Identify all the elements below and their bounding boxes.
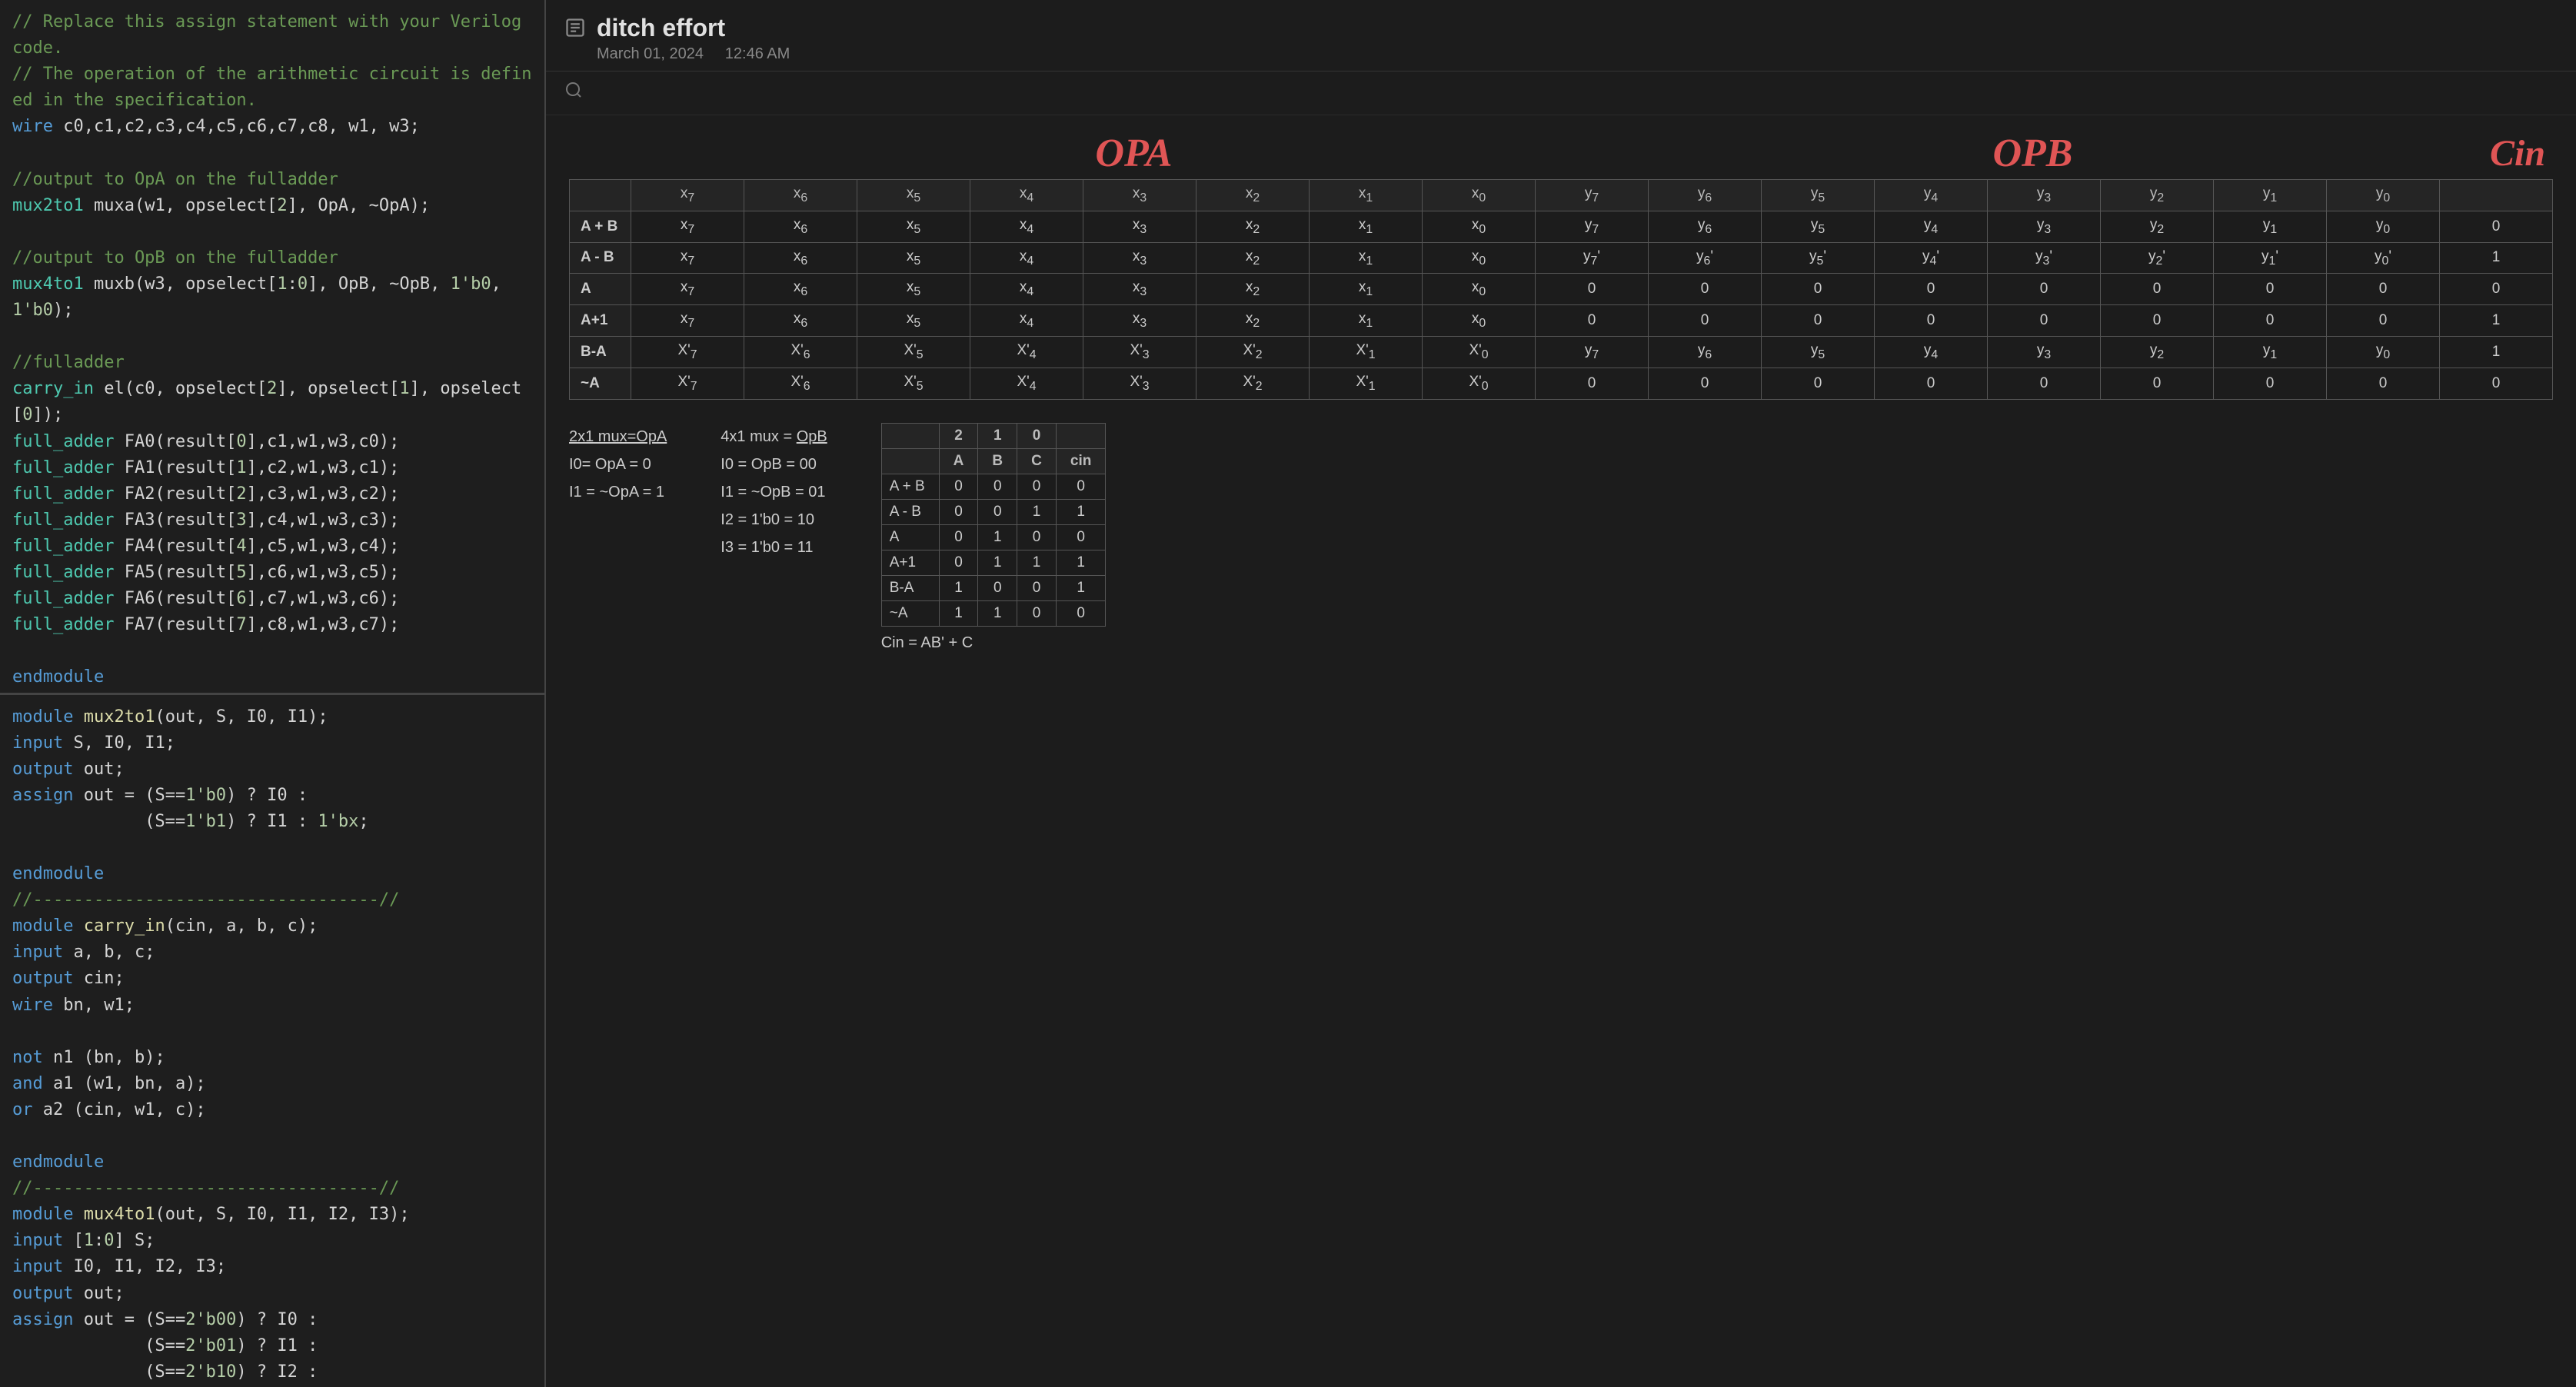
col-header-y3: y3 — [1988, 180, 2101, 211]
col-header-y6: y6 — [1649, 180, 1762, 211]
table-row: A + B x7 x6 x5 x4 x3 x2 x1 x0 y7 y6 y5 y… — [570, 211, 2553, 242]
col-header-x5: x5 — [857, 180, 970, 211]
small-table-row: A+1 0 1 1 1 — [881, 550, 1106, 575]
small-col-blank — [1056, 423, 1105, 448]
small-row-ap1: A+1 — [881, 550, 939, 575]
small-col-a: A — [939, 448, 978, 474]
col-header-x7: x7 — [631, 180, 744, 211]
mux4-title: 4x1 mux = OpB — [721, 423, 827, 451]
note-time: 12:46 AM — [725, 45, 790, 62]
col-header-label — [570, 180, 631, 211]
mux2-info: 2x1 mux=OpA I0= OpA = 0 I1 = ~OpA = 1 — [569, 423, 667, 652]
mux4-i1: I1 = ~OpB = 01 — [721, 478, 827, 506]
code-section-top[interactable]: // Replace this assign statement with yo… — [0, 0, 544, 693]
small-col-op — [881, 448, 939, 474]
col-header-x0: x0 — [1423, 180, 1536, 211]
table-row: A+1 x7 x6 x5 x4 x3 x2 x1 x0 0 0 0 0 0 0 … — [570, 305, 2553, 337]
col-header-y4: y4 — [1875, 180, 1988, 211]
code-section-bottom[interactable]: module mux2to1(out, S, I0, I1); input S,… — [0, 695, 544, 1387]
small-col-1: 1 — [978, 423, 1017, 448]
small-col-c: C — [1017, 448, 1057, 474]
col-header-x2: x2 — [1196, 180, 1310, 211]
row-label-nota: ~A — [570, 368, 631, 399]
mux2-title: 2x1 mux=OpA — [569, 423, 667, 451]
right-toolbar — [546, 72, 2576, 115]
mux4-info: 4x1 mux = OpB I0 = OpB = 00 I1 = ~OpB = … — [721, 423, 827, 652]
mux2-i1: I1 = ~OpA = 1 — [569, 478, 667, 506]
small-col-cin: cin — [1056, 448, 1105, 474]
mux2-i0: I0= OpA = 0 — [569, 451, 667, 478]
truth-table: x7 x6 x5 x4 x3 x2 x1 x0 y7 y6 y5 y4 y3 y… — [569, 179, 2553, 400]
row-label-apb: A + B — [570, 211, 631, 242]
mux4-i3: I3 = 1'b0 = 11 — [721, 534, 827, 561]
col-header-x1: x1 — [1310, 180, 1423, 211]
row-label-a: A — [570, 274, 631, 305]
bottom-section: 2x1 mux=OpA I0= OpA = 0 I1 = ~OpA = 1 4x… — [569, 415, 2553, 660]
small-table-block: 2 1 0 A B C cin — [881, 423, 1107, 652]
col-header-y5: y5 — [1762, 180, 1875, 211]
code-top: // Replace this assign statement with yo… — [12, 9, 532, 693]
right-header: ditch effort March 01, 2024 12:46 AM — [546, 0, 2576, 72]
code-bottom: module mux2to1(out, S, I0, I1); input S,… — [12, 704, 532, 1387]
mux4-i0: I0 = OpB = 00 — [721, 451, 827, 478]
col-header-cin — [2440, 180, 2553, 211]
table-row: B-A X'7 X'6 X'5 X'4 X'3 X'2 X'1 X'0 y7 y… — [570, 336, 2553, 368]
opb-label: OPB — [1992, 131, 2072, 175]
small-col-2: 2 — [939, 423, 978, 448]
col-header-x6: x6 — [744, 180, 857, 211]
col-header-x3: x3 — [1083, 180, 1196, 211]
search-icon[interactable] — [564, 81, 583, 105]
code-panel: // Replace this assign statement with yo… — [0, 0, 546, 1387]
small-table-row: B-A 1 0 0 1 — [881, 575, 1106, 600]
col-header-y2: y2 — [2101, 180, 2214, 211]
small-table-row: ~A 1 1 0 0 — [881, 600, 1106, 626]
small-row-apb: A + B — [881, 474, 939, 499]
col-header-y7: y7 — [1536, 180, 1649, 211]
note-title: ditch effort — [597, 14, 2558, 42]
small-col-b: B — [978, 448, 1017, 474]
small-table-row: A 0 1 0 0 — [881, 524, 1106, 550]
note-meta: March 01, 2024 12:46 AM — [597, 45, 2558, 63]
opa-label: OPA — [1095, 131, 1172, 175]
small-row-amb: A - B — [881, 499, 939, 524]
small-table-row: A - B 0 0 1 1 — [881, 499, 1106, 524]
notes-icon — [564, 17, 586, 45]
table-row: A - B x7 x6 x5 x4 x3 x2 x1 x0 y7' y6' y5… — [570, 242, 2553, 274]
small-col-empty — [881, 423, 939, 448]
small-row-nota: ~A — [881, 600, 939, 626]
small-col-0: 0 — [1017, 423, 1057, 448]
mux4-i2: I2 = 1'b0 = 10 — [721, 506, 827, 534]
right-content[interactable]: OPA OPB Cin x7 x6 x5 x4 x3 x2 x1 — [546, 115, 2576, 1387]
cin-formula: Cin = AB' + C — [881, 634, 1107, 652]
small-truth-table: 2 1 0 A B C cin — [881, 423, 1107, 627]
col-header-y0: y0 — [2327, 180, 2440, 211]
right-header-content: ditch effort March 01, 2024 12:46 AM — [597, 14, 2558, 63]
table-row: A x7 x6 x5 x4 x3 x2 x1 x0 0 0 0 0 0 0 0 — [570, 274, 2553, 305]
right-panel: ditch effort March 01, 2024 12:46 AM OPA… — [546, 0, 2576, 1387]
table-row: ~A X'7 X'6 X'5 X'4 X'3 X'2 X'1 X'0 0 0 0… — [570, 368, 2553, 399]
cin-label: Cin — [2490, 133, 2545, 174]
small-row-a: A — [881, 524, 939, 550]
row-label-bma: B-A — [570, 336, 631, 368]
small-table-row: A + B 0 0 0 0 — [881, 474, 1106, 499]
row-label-amb: A - B — [570, 242, 631, 274]
note-date: March 01, 2024 — [597, 45, 704, 62]
row-label-ap1: A+1 — [570, 305, 631, 337]
small-row-bma: B-A — [881, 575, 939, 600]
col-header-y1: y1 — [2214, 180, 2327, 211]
col-header-x4: x4 — [970, 180, 1083, 211]
